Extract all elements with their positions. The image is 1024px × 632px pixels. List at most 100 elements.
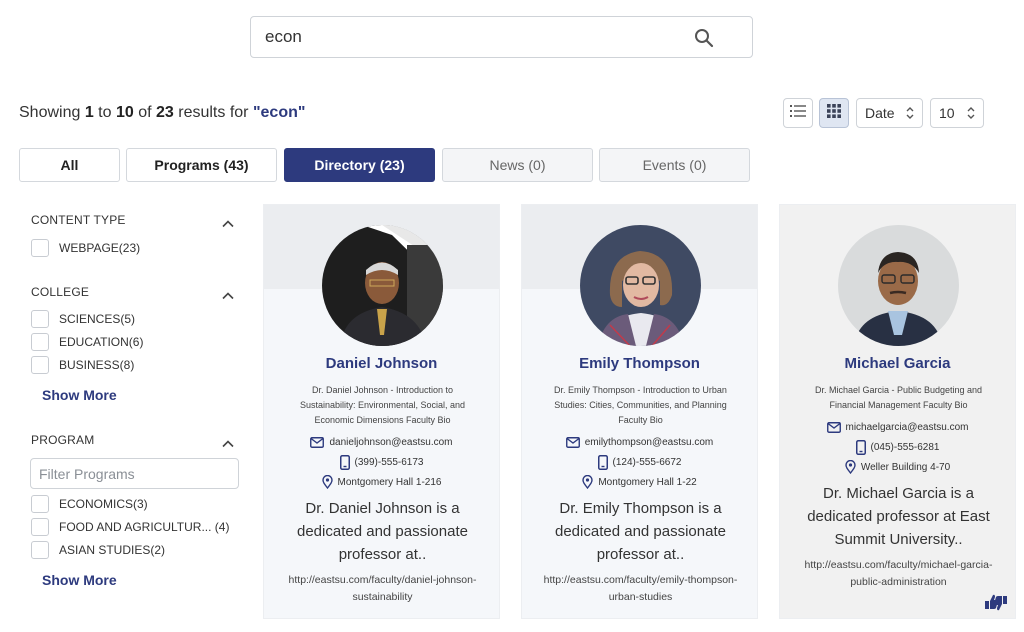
location-icon bbox=[582, 475, 594, 489]
tab-all[interactable]: All bbox=[19, 148, 120, 182]
sort-select-value: Date bbox=[865, 105, 895, 121]
phone-icon bbox=[855, 439, 866, 455]
card-bio: Dr. Daniel Johnson is a dedicated and pa… bbox=[297, 500, 468, 563]
facet-title-content-type: CONTENT TYPE bbox=[31, 213, 126, 227]
card-phone[interactable]: (045)-555-6281 bbox=[780, 439, 1015, 455]
card-location-text: Montgomery Hall 1-216 bbox=[337, 476, 442, 488]
list-view-button[interactable] bbox=[783, 98, 813, 128]
facet-option[interactable]: BUSINESS(8) bbox=[31, 355, 134, 375]
per-page-select-value: 10 bbox=[939, 105, 955, 121]
grid-view-button[interactable] bbox=[819, 98, 849, 128]
card-phone[interactable]: (399)-555-6173 bbox=[264, 454, 499, 470]
list-view-icon bbox=[790, 104, 806, 123]
email-icon bbox=[310, 436, 325, 448]
checkbox[interactable] bbox=[31, 310, 49, 328]
results-of-word: of bbox=[133, 104, 156, 121]
card-location: Montgomery Hall 1-216 bbox=[264, 474, 499, 490]
facet-option[interactable]: SCIENCES(5) bbox=[31, 309, 135, 329]
email-icon bbox=[826, 421, 841, 433]
tab-all-label: All bbox=[60, 157, 79, 173]
card-phone[interactable]: (124)-555-6672 bbox=[522, 454, 757, 470]
facet-option[interactable]: EDUCATION(6) bbox=[31, 332, 143, 352]
tab-directory-label: Directory (23) bbox=[314, 157, 405, 173]
checkbox[interactable] bbox=[31, 518, 49, 536]
facet-option-label: SCIENCES(5) bbox=[59, 312, 136, 326]
tab-directory[interactable]: Directory (23) bbox=[284, 148, 435, 182]
profile-photo bbox=[322, 225, 443, 346]
chevron-up-icon[interactable] bbox=[222, 287, 234, 300]
per-page-select[interactable]: 10 bbox=[930, 98, 984, 128]
program-show-more-link[interactable]: Show More bbox=[42, 572, 117, 588]
results-prefix: Showing bbox=[19, 104, 85, 121]
checkbox[interactable] bbox=[31, 541, 49, 559]
results-to-word: to bbox=[93, 104, 116, 121]
card-bio: Dr. Michael Garcia is a dedicated profes… bbox=[807, 485, 990, 548]
card-name[interactable]: Daniel Johnson bbox=[264, 355, 499, 372]
card-phone-text: (045)-555-6281 bbox=[870, 441, 940, 453]
chevron-up-icon[interactable] bbox=[222, 435, 234, 448]
phone-icon bbox=[339, 454, 350, 470]
tab-news-label: News (0) bbox=[489, 157, 546, 173]
card-url-link[interactable]: http://eastsu.com/faculty/michael-garcia… bbox=[800, 557, 997, 591]
card-bio: Dr. Emily Thompson is a dedicated and pa… bbox=[555, 500, 726, 563]
location-icon bbox=[845, 460, 856, 474]
card-location-text: Weller Building 4-70 bbox=[860, 461, 951, 473]
location-icon bbox=[321, 475, 333, 489]
chevron-up-icon[interactable] bbox=[222, 215, 234, 228]
search-box bbox=[250, 16, 753, 58]
sort-select[interactable]: Date bbox=[856, 98, 923, 128]
select-arrows-icon bbox=[967, 106, 975, 123]
facet-title-college: COLLEGE bbox=[31, 285, 90, 299]
tab-programs[interactable]: Programs (43) bbox=[126, 148, 277, 182]
facet-option-label: ECONOMICS(3) bbox=[59, 497, 148, 511]
card-phone-text: (399)-555-6173 bbox=[354, 456, 424, 468]
facet-option[interactable]: ASIAN STUDIES(2) bbox=[31, 540, 165, 560]
facet-option-label: BUSINESS(8) bbox=[59, 358, 135, 372]
card-email[interactable]: emilythompson@eastsu.com bbox=[522, 434, 757, 450]
email-icon bbox=[565, 436, 580, 448]
card-url-link[interactable]: http://eastsu.com/faculty/emily-thompson… bbox=[542, 572, 739, 606]
tab-events[interactable]: Events (0) bbox=[599, 148, 750, 182]
search-input[interactable] bbox=[265, 17, 685, 57]
card-email[interactable]: danieljohnson@eastsu.com bbox=[264, 434, 499, 450]
directory-card[interactable]: Michael Garcia Dr. Michael Garcia - Publ… bbox=[779, 204, 1016, 619]
facet-option-label: ASIAN STUDIES(2) bbox=[59, 543, 166, 557]
profile-photo bbox=[838, 225, 959, 346]
results-to: 10 bbox=[115, 104, 134, 121]
college-show-more-link[interactable]: Show More bbox=[42, 387, 117, 403]
card-location: Weller Building 4-70 bbox=[780, 459, 1015, 475]
card-email[interactable]: michaelgarcia@eastsu.com bbox=[780, 419, 1015, 435]
facet-option[interactable]: FOOD AND AGRICULTUR... (4) bbox=[31, 517, 229, 537]
checkbox[interactable] bbox=[31, 333, 49, 351]
results-from: 1 bbox=[84, 104, 94, 121]
facet-option[interactable]: ECONOMICS(3) bbox=[31, 494, 148, 514]
grid-view-icon bbox=[827, 103, 841, 123]
phone-icon bbox=[597, 454, 608, 470]
results-for-word: results for bbox=[173, 104, 253, 121]
results-total: 23 bbox=[156, 104, 174, 121]
facet-title-program: PROGRAM bbox=[31, 433, 95, 447]
card-name[interactable]: Emily Thompson bbox=[522, 355, 757, 372]
card-title: Dr. Michael Garcia - Public Budgeting an… bbox=[814, 385, 983, 410]
filter-programs-input[interactable] bbox=[30, 458, 239, 489]
card-email-text: emilythompson@eastsu.com bbox=[584, 436, 714, 448]
checkbox[interactable] bbox=[31, 239, 49, 257]
tab-news[interactable]: News (0) bbox=[442, 148, 593, 182]
card-title: Dr. Emily Thompson - Introduction to Urb… bbox=[554, 385, 727, 425]
card-name[interactable]: Michael Garcia bbox=[780, 355, 1015, 372]
directory-card[interactable]: Daniel Johnson Dr. Daniel Johnson - Intr… bbox=[263, 204, 500, 619]
facet-option-label: FOOD AND AGRICULTUR... (4) bbox=[59, 520, 230, 534]
feedback-icon[interactable] bbox=[983, 592, 1007, 612]
card-location-text: Montgomery Hall 1-22 bbox=[598, 476, 697, 488]
search-icon[interactable] bbox=[694, 28, 714, 48]
card-location: Montgomery Hall 1-22 bbox=[522, 474, 757, 490]
checkbox[interactable] bbox=[31, 495, 49, 513]
select-arrows-icon bbox=[906, 106, 914, 123]
directory-card[interactable]: Emily Thompson Dr. Emily Thompson - Intr… bbox=[521, 204, 758, 619]
facet-option[interactable]: WEBPAGE(23) bbox=[31, 238, 140, 258]
profile-photo bbox=[580, 225, 701, 346]
card-phone-text: (124)-555-6672 bbox=[612, 456, 682, 468]
card-url-link[interactable]: http://eastsu.com/faculty/daniel-johnson… bbox=[284, 572, 481, 606]
card-email-text: danieljohnson@eastsu.com bbox=[329, 436, 453, 448]
checkbox[interactable] bbox=[31, 356, 49, 374]
